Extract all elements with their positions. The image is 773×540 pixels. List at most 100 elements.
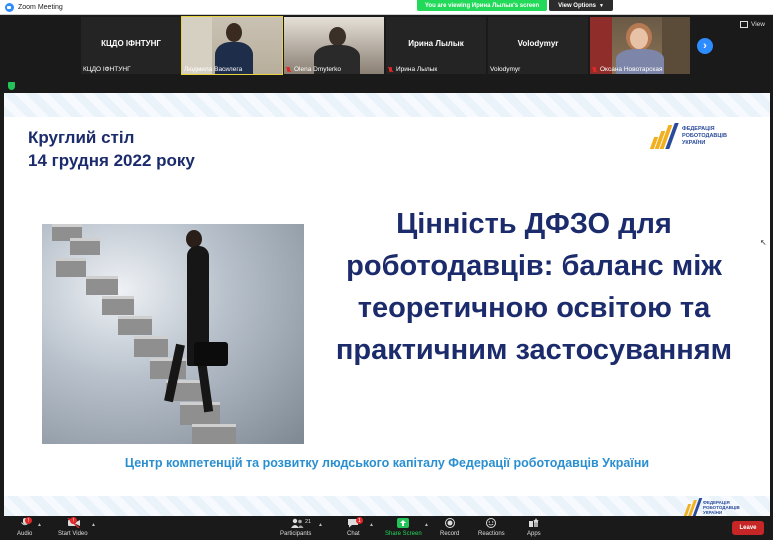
round-table-label: Круглий стіл: [28, 128, 135, 147]
participant-name: Оксана Новотарская: [600, 66, 663, 73]
gallery-view-icon: [740, 21, 748, 28]
tile-center-name: Volodymyr: [517, 39, 559, 48]
participants-icon: [290, 518, 304, 528]
participants-label: Participants: [280, 531, 312, 537]
video-tile[interactable]: Volodymyr Volodymyr: [488, 17, 588, 74]
participants-count: 21: [305, 519, 312, 525]
tile-caption: Людмила Василега: [184, 66, 242, 73]
video-warning-badge: !: [70, 517, 77, 524]
chat-label: Chat: [347, 531, 360, 537]
leave-meeting-button[interactable]: Leave: [732, 521, 764, 535]
stair-step: [192, 424, 236, 444]
participants-options-caret[interactable]: ▲: [318, 522, 323, 528]
slide-top-decoration: [4, 93, 770, 117]
reactions-button[interactable]: Reactions: [478, 518, 505, 537]
logo-line: УКРАЇНИ: [703, 509, 723, 515]
share-options-caret[interactable]: ▲: [424, 522, 429, 528]
record-label: Record: [440, 531, 460, 537]
view-options-button[interactable]: View Options ▼: [549, 0, 613, 11]
reactions-label: Reactions: [478, 531, 505, 537]
title-line: роботодавців: баланс між: [346, 250, 722, 282]
video-tile[interactable]: Olena Dmyterko: [284, 17, 384, 74]
video-gallery-strip: КЦДО ІФНТУНГ КЦДО ІФНТУНГ Людмила Василе…: [0, 15, 773, 77]
chat-options-caret[interactable]: ▲: [369, 522, 374, 528]
mouse-pointer-icon: ↖: [760, 238, 767, 247]
participant-name: Людмила Василега: [184, 66, 243, 73]
gallery-next-page-button[interactable]: ›: [697, 38, 713, 54]
federation-logo-text: ФЕДЕРАЦІЯ РОБОТОДАВЦІВ УКРАЇНИ: [703, 500, 740, 515]
chevron-right-icon: ›: [703, 40, 707, 52]
audio-options-caret[interactable]: ▲: [37, 522, 42, 528]
title-line: Цінність ДФЗО для: [396, 208, 672, 240]
window-title: Zoom Meeting: [18, 3, 63, 11]
logo-line: УКРАЇНИ: [682, 139, 706, 146]
chat-unread-badge: 1: [356, 517, 363, 524]
slide-header: Круглий стіл 14 грудня 2022 року: [28, 126, 195, 172]
mic-muted-icon: [592, 66, 597, 73]
video-tile-active-speaker[interactable]: Людмила Василега: [181, 16, 283, 75]
share-screen-icon: [397, 518, 410, 528]
tile-caption: Olena Dmyterko: [286, 66, 341, 73]
federation-logo: ФЕДЕРАЦІЯ РОБОТОДАВЦІВ УКРАЇНИ: [649, 123, 727, 149]
tile-caption: Оксана Новотарская: [592, 66, 663, 73]
record-button[interactable]: Record: [440, 518, 459, 537]
meeting-toolbar: Audio ! ▲ Start Video ! ▲ Participants 2…: [0, 516, 773, 540]
participant-face: [630, 28, 648, 49]
apps-label: Apps: [527, 531, 541, 537]
window-titlebar: Zoom Meeting: [0, 0, 773, 15]
title-line: теоретичною освітою та: [357, 292, 711, 324]
apps-icon: [528, 518, 540, 528]
federation-logo-small: ФЕДЕРАЦІЯ РОБОТОДАВЦІВ УКРАЇНИ: [680, 498, 740, 516]
slide-main-title: Цінність ДФЗО для роботодавців: баланс м…: [304, 203, 764, 371]
slide-bottom-decoration: [4, 496, 770, 516]
logo-line: РОБОТОДАВЦІВ: [703, 504, 740, 510]
share-screen-label: Share Screen: [385, 531, 422, 537]
mic-muted-icon: [388, 66, 393, 73]
video-tile[interactable]: Ирина Лылык Ирина Лылык: [386, 17, 486, 74]
federation-logo-text: ФЕДЕРАЦІЯ РОБОТОДАВЦІВ УКРАЇНИ: [682, 126, 727, 147]
video-tile[interactable]: КЦДО ІФНТУНГ КЦДО ІФНТУНГ: [81, 17, 181, 74]
logo-line: ФЕДЕРАЦІЯ: [682, 125, 715, 132]
participant-name: Olena Dmyterko: [294, 66, 341, 73]
smiley-face-icon: [485, 518, 497, 528]
stair-step: [180, 402, 220, 425]
stair-step: [70, 238, 100, 255]
federation-logo-mark: [680, 498, 703, 516]
zoom-app-icon: [5, 2, 14, 12]
participant-head: [226, 23, 242, 42]
tile-caption: Ирина Лылык: [388, 66, 437, 73]
video-tile[interactable]: Оксана Новотарская: [590, 17, 690, 74]
share-screen-button[interactable]: Share Screen: [385, 518, 422, 537]
stair-step: [118, 316, 152, 335]
stair-step: [56, 258, 86, 277]
record-icon: [444, 518, 456, 528]
view-options-label: View Options: [558, 2, 596, 9]
tile-caption: КЦДО ІФНТУНГ: [83, 66, 131, 73]
briefcase: [194, 342, 228, 366]
logo-line: РОБОТОДАВЦІВ: [682, 132, 727, 139]
title-line: практичним застосуванням: [335, 334, 733, 366]
participant-head: [329, 27, 346, 46]
tile-caption: Volodymyr: [490, 66, 520, 73]
participant-name: Ирина Лылык: [396, 66, 438, 73]
tile-center-name: Ирина Лылык: [408, 39, 464, 48]
participant-name: КЦДО ІФНТУНГ: [83, 66, 131, 73]
apps-button[interactable]: Apps: [527, 518, 541, 537]
video-options-caret[interactable]: ▲: [91, 522, 96, 528]
shared-screen-slide: Круглий стіл 14 грудня 2022 року ФЕДЕРАЦ…: [4, 93, 770, 516]
tile-center-name: КЦДО ІФНТУНГ: [101, 39, 161, 48]
mic-muted-icon: [286, 66, 291, 73]
stair-step: [86, 276, 118, 295]
encryption-shield-icon[interactable]: [8, 82, 15, 90]
stair-step: [134, 336, 168, 357]
view-label: View: [751, 21, 765, 28]
event-date: 14 грудня 2022 року: [28, 151, 195, 170]
audio-warning-badge: !: [25, 517, 32, 524]
start-video-label: Start Video: [58, 531, 88, 537]
organization-line: Центр компетенцій та розвитку людського …: [124, 456, 650, 470]
participant-name: Volodymyr: [490, 66, 521, 73]
businesswoman-stairs-image: [42, 224, 304, 444]
view-button[interactable]: View: [740, 21, 765, 28]
chevron-down-icon: ▼: [598, 2, 604, 9]
federation-logo-mark: [649, 123, 679, 149]
